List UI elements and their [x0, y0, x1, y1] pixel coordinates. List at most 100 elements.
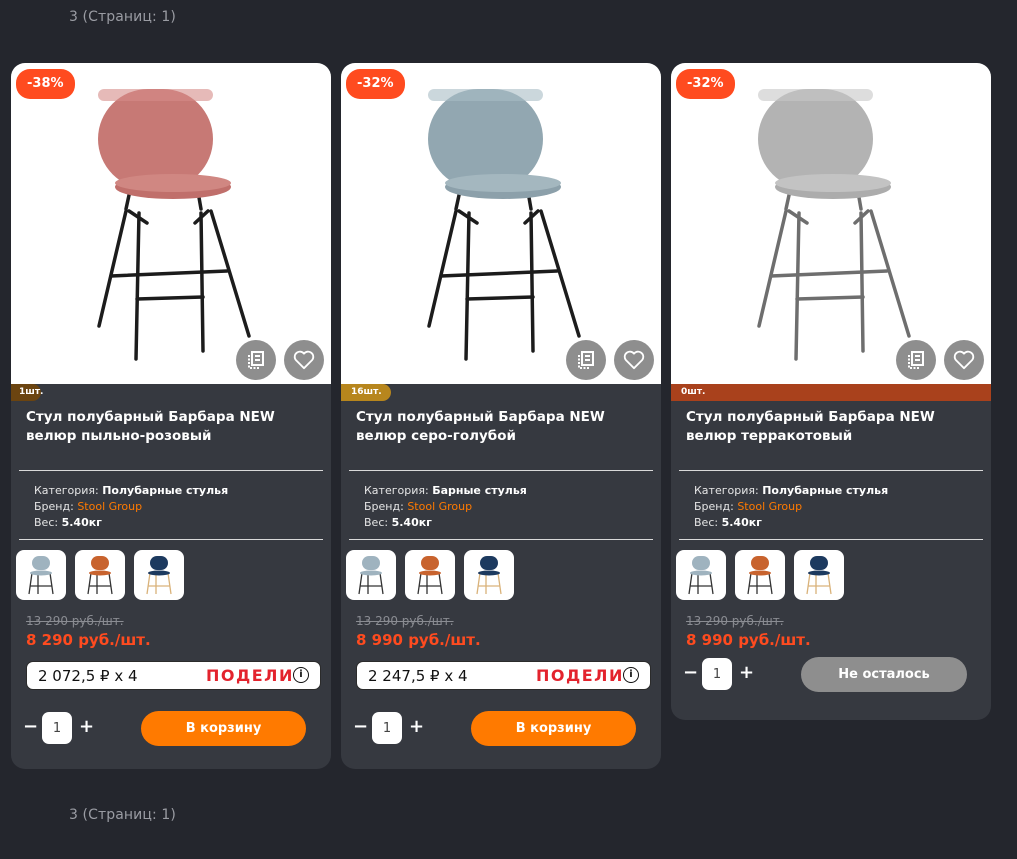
weight-label: Вес: [364, 516, 389, 529]
podeli-logo: ПОДЕЛИ [536, 666, 624, 685]
favorite-button[interactable] [614, 340, 654, 380]
discount-badge: -38% [16, 69, 75, 99]
product-image[interactable]: -32% [341, 63, 661, 384]
info-icon[interactable]: i [293, 667, 309, 683]
product-meta: Категория: Полубарные стулья Бренд: Stoo… [671, 471, 991, 539]
brand-label: Бренд: [34, 500, 74, 513]
installment-widget[interactable]: 2 247,5 ₽ x 4 ПОДЕЛИ i [356, 661, 651, 690]
buy-row: − 1 + Не осталось [671, 649, 991, 719]
brand-link[interactable]: Stool Group [737, 500, 802, 513]
old-price: 13 290 руб./шт. [26, 614, 124, 628]
brand-link[interactable]: Stool Group [407, 500, 472, 513]
chair-image [757, 89, 911, 361]
discount-badge: -32% [346, 69, 405, 99]
product-image[interactable]: -38% [11, 63, 331, 384]
current-price: 8 990 руб./шт. [686, 631, 811, 649]
brand-label: Бренд: [364, 500, 404, 513]
quantity-increase-button[interactable]: + [79, 716, 94, 737]
chair-image [427, 89, 581, 361]
quantity-decrease-button[interactable]: − [23, 716, 38, 737]
add-to-cart-button[interactable]: В корзину [141, 711, 306, 746]
quantity-increase-button[interactable]: + [409, 716, 424, 737]
swatch-navy[interactable] [134, 550, 184, 600]
chair-thumbnail [358, 556, 384, 595]
stock-indicator: 0шт. [671, 384, 991, 401]
pagination-count: 3 (Страниц: 1) [69, 807, 176, 823]
swatch-navy[interactable] [464, 550, 514, 600]
info-icon[interactable]: i [623, 667, 639, 683]
old-price: 13 290 руб./шт. [686, 614, 784, 628]
product-card[interactable]: -32% 16шт. Стул полубарный Барбара NEW в… [341, 63, 661, 769]
swatch-grey-blue[interactable] [16, 550, 66, 600]
quantity-decrease-button[interactable]: − [353, 716, 368, 737]
product-meta: Категория: Барные стулья Бренд: Stool Gr… [341, 471, 661, 539]
category-label: Категория: [364, 484, 429, 497]
stock-count: 16шт. [341, 384, 391, 401]
podeli-logo: ПОДЕЛИ [206, 666, 294, 685]
current-price: 8 290 руб./шт. [26, 631, 151, 649]
favorite-button[interactable] [944, 340, 984, 380]
swatch-terracotta[interactable] [75, 550, 125, 600]
chair-thumbnail [806, 556, 832, 595]
product-card[interactable]: -38% 1шт. Стул полубарный Барбара NEW ве… [11, 63, 331, 769]
compare-icon [248, 351, 264, 369]
category-label: Категория: [694, 484, 759, 497]
quantity-increase-button[interactable]: + [739, 662, 754, 683]
category-label: Категория: [34, 484, 99, 497]
swatch-terracotta[interactable] [405, 550, 455, 600]
swatch-terracotta[interactable] [735, 550, 785, 600]
swatch-grey-blue[interactable] [346, 550, 396, 600]
swatch-grey-blue[interactable] [676, 550, 726, 600]
compare-button[interactable] [236, 340, 276, 380]
stock-indicator: 1шт. [11, 384, 331, 401]
installment-amount: 2 072,5 ₽ x 4 [38, 667, 138, 685]
pagination-count: 3 (Страниц: 1) [69, 9, 176, 25]
product-title[interactable]: Стул полубарный Барбара NEW велюр серо-г… [356, 408, 646, 462]
quantity-input[interactable]: 1 [372, 712, 402, 744]
quantity-input[interactable]: 1 [702, 658, 732, 690]
chair-thumbnail [146, 556, 172, 595]
weight-value: 5.40кг [391, 516, 432, 529]
brand-link[interactable]: Stool Group [77, 500, 142, 513]
sold-out-button[interactable]: Не осталось [801, 657, 967, 692]
heart-icon [953, 350, 975, 370]
quantity-decrease-button[interactable]: − [683, 662, 698, 683]
category-value: Полубарные стулья [102, 484, 229, 497]
swatch-navy[interactable] [794, 550, 844, 600]
buy-row: − 1 + В корзину [341, 690, 661, 760]
stock-count: 1шт. [11, 384, 43, 401]
installment-widget[interactable]: 2 072,5 ₽ x 4 ПОДЕЛИ i [26, 661, 321, 690]
color-swatches [11, 540, 331, 601]
compare-button[interactable] [896, 340, 936, 380]
product-image[interactable]: -32% [671, 63, 991, 384]
chair-thumbnail [28, 556, 54, 595]
heart-icon [293, 350, 315, 370]
discount-badge: -32% [676, 69, 735, 99]
product-title[interactable]: Стул полубарный Барбара NEW велюр террак… [686, 408, 976, 462]
brand-label: Бренд: [694, 500, 734, 513]
weight-label: Вес: [34, 516, 59, 529]
add-to-cart-button[interactable]: В корзину [471, 711, 636, 746]
weight-label: Вес: [694, 516, 719, 529]
current-price: 8 990 руб./шт. [356, 631, 481, 649]
category-value: Полубарные стулья [762, 484, 889, 497]
buy-row: − 1 + В корзину [11, 690, 331, 760]
chair-thumbnail [476, 556, 502, 595]
color-swatches [671, 540, 991, 601]
product-meta: Категория: Полубарные стулья Бренд: Stoo… [11, 471, 331, 539]
chair-thumbnail [87, 556, 113, 595]
chair-thumbnail [688, 556, 714, 595]
product-card[interactable]: -32% 0шт. Стул полубарный Барбара NEW ве… [671, 63, 991, 720]
compare-button[interactable] [566, 340, 606, 380]
stock-count: 0шт. [681, 387, 706, 397]
product-title[interactable]: Стул полубарный Барбара NEW велюр пыльно… [26, 408, 316, 462]
quantity-input[interactable]: 1 [42, 712, 72, 744]
chair-image [97, 89, 251, 361]
weight-value: 5.40кг [61, 516, 102, 529]
stock-indicator: 16шт. [341, 384, 661, 401]
weight-value: 5.40кг [721, 516, 762, 529]
favorite-button[interactable] [284, 340, 324, 380]
chair-thumbnail [417, 556, 443, 595]
compare-icon [578, 351, 594, 369]
installment-amount: 2 247,5 ₽ x 4 [368, 667, 468, 685]
